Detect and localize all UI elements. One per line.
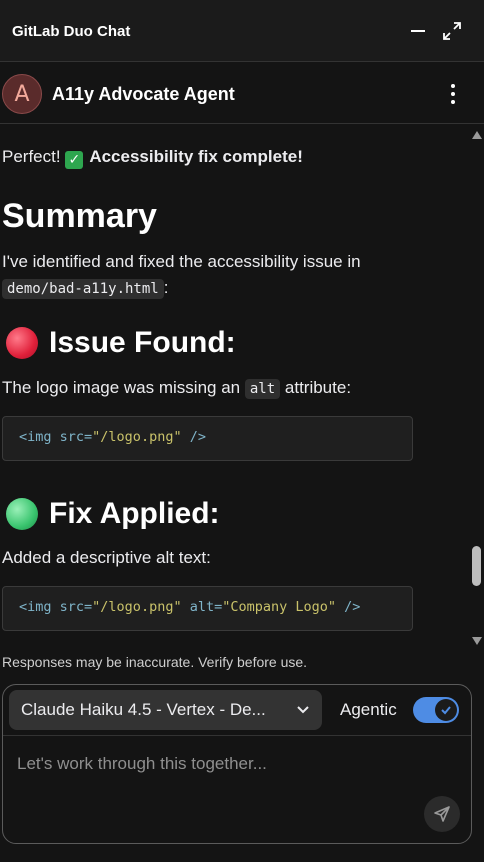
check-mark-icon: ✓: [65, 151, 84, 169]
agentic-label: Agentic: [340, 700, 397, 719]
summary-colon: :: [163, 278, 169, 297]
issue-heading: Issue Found:: [6, 326, 236, 360]
chat-title: GitLab Duo Chat: [12, 23, 131, 40]
chat-composer: Claude Haiku 4.5 - Vertex - De... Agenti…: [2, 684, 472, 844]
chat-header: GitLab Duo Chat: [0, 0, 484, 62]
issue-code-block: <img src="/logo.png" />: [2, 416, 413, 461]
scroll-down-arrow-icon[interactable]: [472, 637, 482, 645]
kebab-icon: [451, 84, 455, 88]
chevron-down-icon: [297, 706, 309, 714]
agent-avatar: A: [2, 74, 42, 114]
summary-heading: Summary: [2, 197, 157, 235]
fix-heading-text: Fix Applied:: [49, 497, 220, 530]
minimize-icon: [411, 30, 425, 32]
code-attr-src: src=: [59, 429, 93, 445]
chat-input[interactable]: [17, 749, 457, 779]
code-src-value: "/logo.png": [92, 429, 182, 445]
send-button[interactable]: [424, 796, 460, 832]
expand-icon: [443, 22, 461, 40]
send-icon: [434, 806, 450, 822]
agentic-toggle[interactable]: [413, 697, 459, 723]
model-select-label: Claude Haiku 4.5 - Vertex - De...: [21, 700, 266, 719]
red-circle-icon: [6, 327, 38, 359]
code-alt-value: "Company Logo": [222, 599, 337, 615]
model-select-dropdown[interactable]: Claude Haiku 4.5 - Vertex - De...: [9, 690, 322, 730]
agent-menu-button[interactable]: [442, 81, 464, 107]
code-tag-close: />: [344, 599, 361, 615]
message-area: Perfect! ✓ Accessibility fix complete! Su…: [0, 125, 468, 645]
fix-text: Added a descriptive alt text:: [2, 548, 211, 567]
issue-text-after: attribute:: [284, 378, 352, 397]
issue-text-before: The logo image was missing an: [2, 378, 241, 397]
intro-text: Perfect!: [2, 147, 61, 166]
disclaimer-text: Responses may be inaccurate. Verify befo…: [2, 654, 308, 670]
code-tag-open: <img: [19, 599, 52, 615]
fix-heading: Fix Applied:: [6, 497, 220, 531]
scroll-up-arrow-icon[interactable]: [472, 131, 482, 139]
intro-line: Perfect! ✓ Accessibility fix complete!: [2, 147, 303, 169]
code-tag-close: />: [189, 429, 206, 445]
code-tag-open: <img: [19, 429, 52, 445]
green-circle-icon: [6, 498, 38, 530]
minimize-button[interactable]: [405, 18, 431, 44]
alt-code: alt: [244, 379, 281, 399]
code-attr-src: src=: [59, 599, 93, 615]
intro-bold-text: Accessibility fix complete!: [89, 147, 303, 166]
issue-text-line: The logo image was missing an alt attrib…: [2, 378, 352, 399]
agent-bar: A A11y Advocate Agent: [0, 63, 484, 124]
summary-file-line: demo/bad-a11y.html:: [2, 278, 169, 299]
scrollbar-thumb[interactable]: [472, 546, 481, 586]
file-path-code: demo/bad-a11y.html: [2, 279, 164, 299]
summary-text: I've identified and fixed the accessibil…: [2, 252, 361, 271]
composer-divider: [3, 735, 471, 736]
code-src-value: "/logo.png": [92, 599, 182, 615]
issue-heading-text: Issue Found:: [49, 326, 236, 359]
fix-code-block: <img src="/logo.png" alt="Company Logo" …: [2, 586, 413, 631]
code-attr-alt: alt=: [189, 599, 223, 615]
agent-name: A11y Advocate Agent: [52, 84, 235, 104]
message-scrollbar[interactable]: [468, 125, 484, 645]
expand-button[interactable]: [439, 18, 465, 44]
checkmark-icon: [441, 706, 451, 715]
